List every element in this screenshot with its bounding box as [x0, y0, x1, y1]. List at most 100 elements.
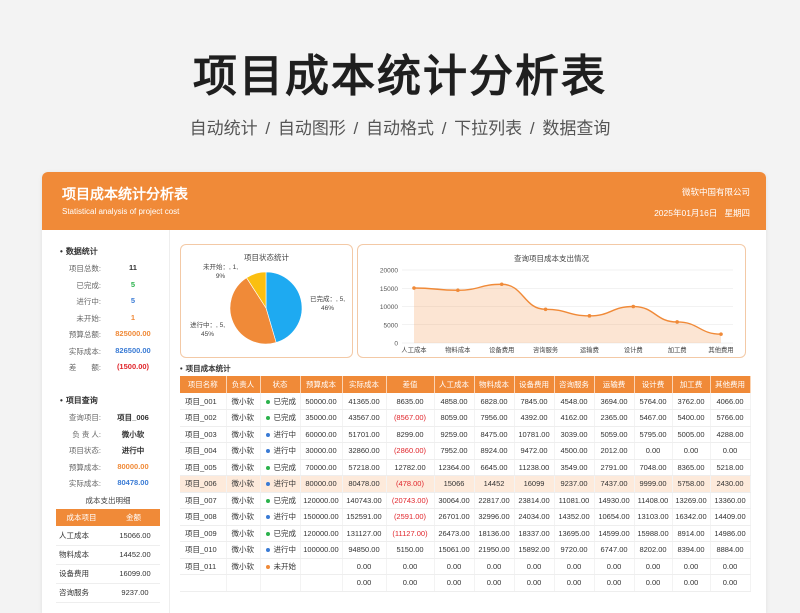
table-cell: 项目_009 [180, 525, 227, 542]
stat-row: 实际成本: 826500.00 [42, 346, 170, 358]
breakdown-amount: 9237.00 [106, 583, 160, 603]
table-cell: 131127.00 [342, 525, 387, 542]
weekday-text: 星期四 [724, 208, 750, 218]
table-cell: 0.00 [594, 558, 635, 575]
status-text: 进行中 [273, 429, 297, 439]
table-cell: 60000.00 [300, 426, 343, 443]
table-cell: 0.00 [474, 558, 515, 575]
table-cell: 51701.00 [342, 426, 387, 443]
table-cell: 80000.00 [300, 475, 343, 493]
query-row: 项目状态: 进行中 [42, 445, 170, 457]
stat-value: 5 [130, 279, 136, 289]
data-point [412, 286, 416, 290]
table-cell: 10781.00 [514, 426, 555, 443]
table-cell: 已完成 [260, 409, 301, 427]
table-cell: 已完成 [260, 459, 301, 476]
table-header: 差值 [386, 376, 435, 393]
table-cell: 5467.00 [634, 409, 673, 427]
pie-label-not-started: 未开始：, 1, 9% [203, 263, 238, 281]
table-cell: 0.00 [386, 558, 435, 575]
company-name: 微软中国有限公司 [681, 187, 750, 197]
query-value: 微小软 [121, 429, 145, 439]
table-cell: 微小软 [226, 459, 261, 476]
table-cell [180, 574, 227, 592]
table-cell: 32996.00 [474, 508, 515, 526]
status-dot [265, 399, 270, 404]
data-point [543, 307, 548, 312]
table-cell: 0.00 [672, 442, 711, 460]
status-dot [265, 515, 270, 520]
stat-label: 未开始: [76, 313, 101, 323]
table-row: 项目_006 微小软 进行中 80000.00 80478.00 (478.00) 1506… [180, 475, 751, 493]
stat-row: 差 额: (1500.00) [42, 362, 170, 374]
report-title: 项目成本统计分析表 [62, 186, 188, 202]
stat-label: 实际成本: [68, 346, 101, 356]
x-tick-label: 设计费 [624, 345, 643, 354]
query-section-title: 项目查询 [60, 395, 98, 406]
area-fill [414, 284, 721, 343]
status-text: 已完成 [273, 495, 297, 505]
table-cell: 5795.00 [634, 426, 673, 443]
table-cell: 26473.00 [434, 525, 475, 542]
table-cell: 15061.00 [434, 541, 475, 559]
y-tick-label: 10000 [380, 304, 398, 311]
table-cell: 14352.00 [554, 508, 595, 526]
table-cell: 0.00 [474, 574, 515, 592]
table-cell: 15066 [434, 475, 475, 493]
table-cell: 5059.00 [594, 426, 635, 443]
x-tick-label: 咨询服务 [533, 345, 559, 354]
table-cell: 微小软 [226, 475, 261, 493]
table-cell: 0.00 [342, 558, 387, 575]
table-cell: 14930.00 [594, 492, 635, 509]
table-cell: 2012.00 [594, 442, 635, 460]
table-cell: 8059.00 [434, 409, 475, 427]
breakdown-item: 人工成本 [56, 526, 107, 546]
breakdown-table: 成本项目 金额 人工成本 15066.00 物料成本 14452.00 设备费用 1609… [56, 509, 160, 603]
table-cell: 微小软 [226, 558, 261, 575]
table-cell: 4288.00 [710, 426, 751, 443]
status-dot [265, 432, 270, 437]
table-cell: 微小软 [226, 492, 261, 509]
table-cell: 6747.00 [594, 541, 635, 559]
x-tick-label: 加工费 [668, 345, 687, 354]
table-cell: (20743.00) [386, 492, 435, 509]
table-cell: 13695.00 [554, 525, 595, 542]
data-point [631, 304, 636, 309]
x-tick-label: 人工成本 [401, 345, 427, 354]
data-point [719, 332, 723, 336]
breakdown-row: 咨询服务 9237.00 [56, 583, 160, 603]
pie-label-in-progress: 进行中：, 5, 45% [190, 321, 225, 339]
table-cell: 微小软 [226, 508, 261, 526]
table-cell: 100000.00 [300, 541, 343, 559]
table-cell: (8567.00) [386, 409, 435, 427]
status-text: 未开始 [273, 561, 297, 571]
table-cell: 70000.00 [300, 459, 343, 476]
table-cell: 0.00 [710, 558, 751, 575]
table-cell: 13360.00 [710, 492, 751, 509]
table-cell: 41365.00 [342, 393, 387, 410]
table-cell: 22817.00 [474, 492, 515, 509]
status-text: 已完成 [273, 413, 297, 423]
table-cell [300, 574, 343, 592]
table-cell: 15892.00 [514, 541, 555, 559]
stat-value: 5 [130, 296, 136, 305]
table-cell: 16099 [514, 475, 555, 493]
table-cell: 0.00 [710, 574, 751, 592]
table-cell: 8914.00 [672, 525, 711, 542]
hero-title: 项目成本统计分析表 [193, 52, 607, 101]
table-cell: 4162.00 [554, 409, 595, 427]
table-cell: 24034.00 [514, 508, 555, 526]
pie-label-pct: 45% [201, 331, 215, 338]
table-row: 项目_011 微小软 未开始 0.00 0.00 0.00 0.00 0.00 0.00 0.00… [180, 558, 751, 575]
table-cell: 26701.00 [434, 508, 475, 526]
table-cell: 9259.00 [434, 426, 475, 443]
table-cell: 43567.00 [342, 409, 387, 427]
table-cell: 57218.00 [342, 459, 387, 476]
area-chart: 0 5000 10000 15000 20000 人工成本 物料成本 设备费用 咨询服务 运输费 设… [380, 268, 734, 355]
table-cell: 9999.00 [634, 475, 673, 493]
query-label: 查询项目: [68, 413, 101, 422]
table-cell: 0.00 [514, 574, 555, 592]
table-cell: 8365.00 [672, 459, 711, 476]
table-cell: 项目_011 [180, 558, 227, 575]
table-cell: 3549.00 [554, 459, 595, 476]
